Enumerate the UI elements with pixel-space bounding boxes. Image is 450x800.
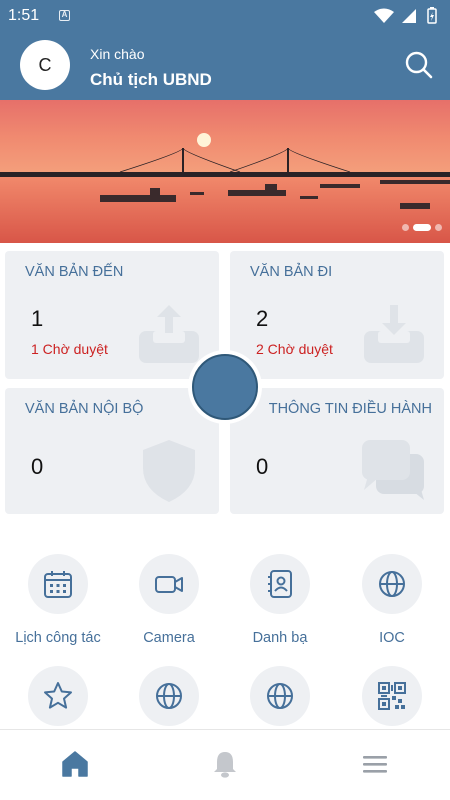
greeting-text: Xin chào <box>90 46 145 62</box>
carousel-dot[interactable] <box>435 224 442 231</box>
user-role: Chủ tịch UBND <box>90 70 212 89</box>
card-count: 1 <box>31 306 44 331</box>
grid-item-ioc[interactable]: IOC <box>336 554 448 646</box>
card-outgoing-documents[interactable]: VĂN BẢN ĐI 2 2 Chờ duyệt <box>230 251 444 379</box>
card-title: THÔNG TIN ĐIỀU HÀNH <box>268 401 432 417</box>
grid-item-web-1[interactable] <box>113 666 225 726</box>
grid-item-camera[interactable]: Camera <box>113 554 225 646</box>
camera-icon <box>155 576 183 593</box>
card-count: 0 <box>31 454 44 479</box>
center-action-button[interactable] <box>188 350 262 424</box>
globe-icon <box>379 571 405 597</box>
bottom-navigation <box>0 729 450 800</box>
card-internal-documents[interactable]: VĂN BẢN NỘI BỘ 0 <box>5 388 219 514</box>
card-count: 2 <box>256 306 269 331</box>
qr-code-icon <box>378 682 406 710</box>
carousel-dots <box>402 224 442 231</box>
wifi-icon <box>374 8 394 23</box>
card-title: VĂN BẢN NỘI BỘ <box>25 401 144 417</box>
carousel-dot[interactable] <box>402 224 409 231</box>
bell-icon <box>214 752 236 778</box>
grid-label: IOC <box>379 630 405 646</box>
banner-carousel[interactable] <box>0 100 450 243</box>
grid-item-web-2[interactable] <box>224 666 336 726</box>
system-status-icons <box>374 7 437 24</box>
grid-icon-circle <box>28 666 88 726</box>
grid-icon-circle <box>362 554 422 614</box>
card-executive-info[interactable]: THÔNG TIN ĐIỀU HÀNH 0 <box>230 388 444 514</box>
signal-icon <box>402 9 416 23</box>
nav-menu[interactable] <box>359 748 391 780</box>
nav-notifications[interactable] <box>209 748 241 780</box>
star-icon <box>44 682 72 709</box>
home-icon <box>62 751 88 777</box>
calendar-icon <box>44 571 72 598</box>
contacts-icon <box>268 570 292 598</box>
search-icon[interactable] <box>404 50 434 80</box>
chat-icon <box>362 440 424 500</box>
grid-icon-circle <box>139 666 199 726</box>
card-count: 0 <box>256 454 269 479</box>
menu-icon <box>363 756 387 773</box>
card-title: VĂN BẢN ĐẾN <box>25 264 124 280</box>
grid-label: Camera <box>143 630 195 646</box>
status-time: 1:51 <box>8 7 40 24</box>
card-pending: 2 Chờ duyệt <box>256 341 333 357</box>
grid-icon-circle <box>250 554 310 614</box>
card-pending: 1 Chờ duyệt <box>31 341 108 357</box>
carousel-dot-active[interactable] <box>413 224 431 231</box>
nav-home[interactable] <box>59 748 91 780</box>
grid-item-qr[interactable] <box>336 666 448 726</box>
grid-label: Lịch công tác <box>15 630 101 646</box>
grid-item-schedule[interactable]: Lịch công tác <box>2 554 114 646</box>
globe-icon <box>156 683 182 709</box>
app-header: C Xin chào Chủ tịch UBND <box>0 32 450 100</box>
grid-item-contacts[interactable]: Danh bạ <box>224 554 336 646</box>
avatar[interactable]: C <box>20 40 70 90</box>
grid-label: Danh bạ <box>252 630 308 646</box>
grid-icon-circle <box>362 666 422 726</box>
center-action-inner <box>192 354 258 420</box>
banner-image <box>0 100 450 243</box>
globe-icon <box>267 683 293 709</box>
status-bar: 1:51 A <box>0 0 450 32</box>
notification-a-icon: A <box>59 10 70 21</box>
grid-icon-circle <box>28 554 88 614</box>
inbox-download-icon <box>364 305 424 363</box>
shield-icon <box>143 440 195 502</box>
grid-item-favorites[interactable] <box>2 666 114 726</box>
grid-icon-circle <box>250 666 310 726</box>
grid-icon-circle <box>139 554 199 614</box>
card-title: VĂN BẢN ĐI <box>250 264 333 280</box>
card-incoming-documents[interactable]: VĂN BẢN ĐẾN 1 1 Chờ duyệt <box>5 251 219 379</box>
inbox-upload-icon <box>139 305 199 363</box>
